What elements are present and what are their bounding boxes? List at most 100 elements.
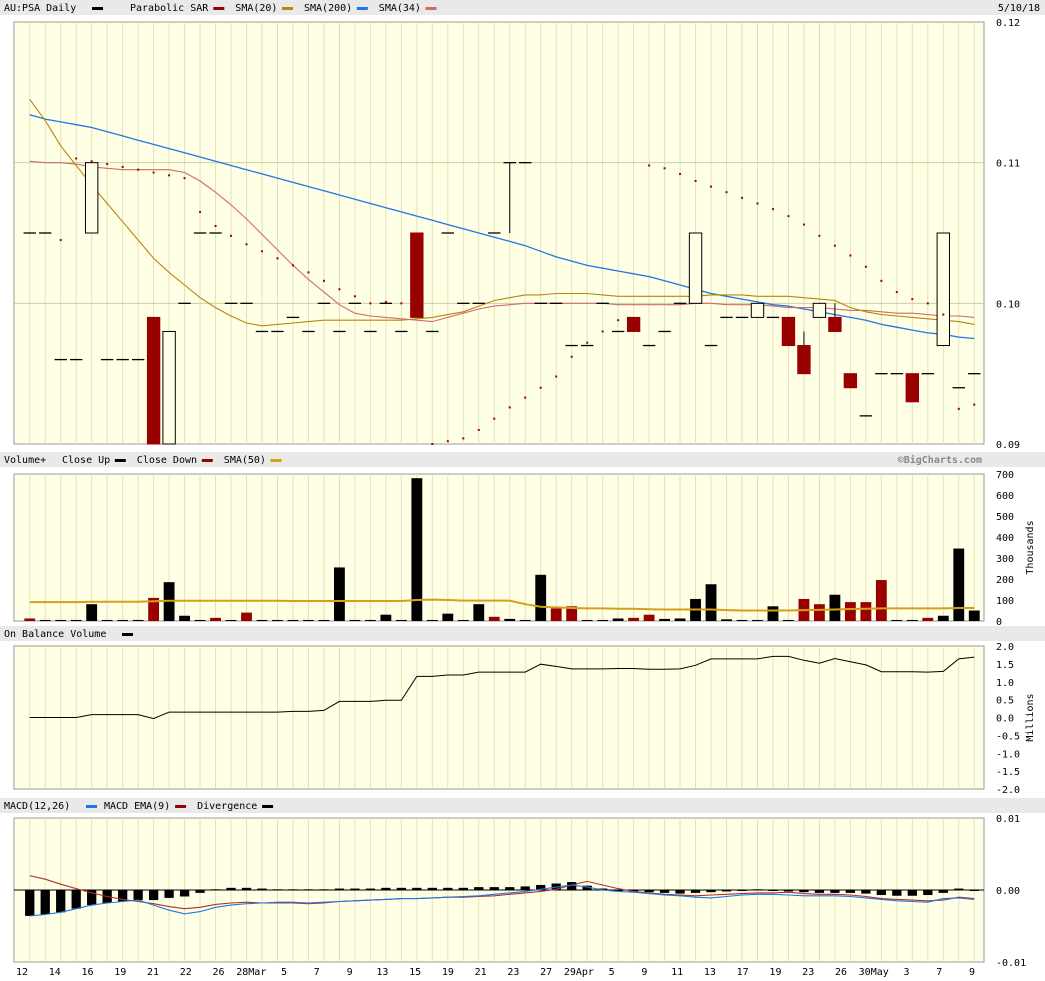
- price-legend-swatch: [282, 7, 293, 10]
- volume-legend-swatch: [201, 459, 213, 462]
- x-tick-label: 19: [769, 967, 781, 978]
- divergence-bar: [969, 890, 979, 891]
- macd-legend-swatch: [86, 805, 97, 808]
- sar-dot: [261, 250, 263, 253]
- volume-bar: [968, 610, 980, 621]
- volume-bar: [581, 619, 593, 621]
- divergence-bar: [56, 890, 66, 913]
- sar-dot: [446, 440, 449, 443]
- divergence-bar: [365, 888, 376, 890]
- sar-dot: [199, 210, 202, 213]
- sar-dot: [90, 160, 93, 163]
- volume-ytick-label: 600: [996, 491, 1014, 502]
- volume-bar: [457, 619, 469, 621]
- chart-title: AU:PSA Daily: [4, 3, 76, 14]
- price-legend-swatch: [213, 7, 225, 10]
- candle-body: [410, 232, 424, 318]
- volume-bar: [117, 619, 129, 621]
- volume-ytick-label: 100: [996, 596, 1014, 607]
- volume-bar: [535, 574, 547, 621]
- x-tick-label: 3: [903, 967, 909, 978]
- sar-dot: [214, 224, 217, 227]
- obv-ylabel: Millions: [1025, 693, 1036, 741]
- sar-dot: [849, 254, 852, 257]
- divergence-bar: [520, 886, 530, 890]
- price-ytick-label: 0.11: [996, 159, 1020, 170]
- sar-dot: [400, 302, 403, 305]
- divergence-bar: [381, 887, 391, 890]
- obv-title: On Balance Volume: [4, 629, 106, 640]
- sar-dot: [818, 234, 821, 237]
- macd-legend-swatch: [175, 805, 187, 808]
- candle-body: [936, 232, 950, 347]
- volume-bar: [179, 615, 190, 621]
- candle-body: [162, 330, 176, 445]
- volume-bar: [597, 619, 609, 621]
- volume-bar: [953, 548, 965, 621]
- obv-ytick-label: 1.5: [996, 660, 1014, 671]
- obv-ytick-label: -1.5: [996, 767, 1020, 778]
- volume-bar: [721, 619, 732, 621]
- volume-bar: [628, 617, 640, 621]
- divergence-bar: [892, 890, 902, 896]
- volume-bar: [550, 608, 562, 621]
- volume-bar: [225, 619, 237, 621]
- candle-body: [843, 373, 858, 389]
- volume-ytick-label: 500: [996, 512, 1014, 523]
- volume-bar: [659, 618, 670, 621]
- volume-bar: [473, 604, 485, 621]
- macd-legend-label: MACD EMA(9): [104, 801, 170, 812]
- divergence-bar: [474, 887, 484, 890]
- obv-panel: [13, 645, 985, 790]
- x-tick-label: 11: [671, 967, 683, 978]
- x-tick-label: 13: [376, 967, 388, 978]
- divergence-bar: [412, 887, 422, 890]
- watermark: ©BigCharts.com: [898, 454, 982, 466]
- sar-dot: [477, 428, 480, 431]
- macd-ytick-label: 0.00: [996, 886, 1020, 897]
- price-legend-label: SMA(20): [235, 3, 277, 14]
- x-tick-label: 19: [114, 967, 126, 978]
- sar-dot: [694, 179, 697, 182]
- divergence-bar: [814, 890, 825, 893]
- sar-dot: [245, 243, 248, 246]
- volume-bar: [70, 619, 82, 621]
- stock-chart: AU:PSA Daily Parabolic SAR SMA(20) SMA(200)…: [0, 0, 1045, 978]
- x-tick-label: 15: [409, 967, 421, 978]
- sar-dot: [771, 208, 774, 211]
- sar-dot: [648, 164, 651, 167]
- volume-bar: [814, 604, 825, 621]
- sar-dot: [524, 396, 527, 399]
- divergence-bar: [954, 888, 964, 890]
- volume-bar: [783, 619, 794, 621]
- x-tick-label: 5: [609, 967, 615, 978]
- volume-bar: [256, 619, 268, 621]
- volume-legend-swatch: [270, 459, 282, 462]
- sar-dot: [864, 265, 867, 268]
- sar-dot: [957, 407, 960, 410]
- candle-body: [146, 316, 161, 445]
- volume-bar: [287, 619, 299, 621]
- divergence-bar: [505, 887, 515, 890]
- macd-ytick-label: -0.01: [996, 958, 1026, 969]
- divergence-bar: [164, 890, 174, 898]
- divergence-bar: [427, 887, 437, 890]
- price-legend-label: SMA(34): [379, 3, 421, 14]
- sar-dot: [152, 171, 155, 174]
- divergence-bar: [396, 887, 406, 890]
- divergence-bar: [876, 890, 886, 896]
- price-legend-swatch: [425, 7, 437, 10]
- sar-dot: [307, 271, 310, 274]
- volume-bar: [55, 619, 67, 621]
- x-tick-label: 5: [281, 967, 287, 978]
- volume-bar: [349, 619, 361, 621]
- volume-bar: [891, 619, 903, 621]
- volume-bar: [395, 619, 407, 621]
- sar-dot: [291, 264, 294, 267]
- sar-dot: [338, 288, 341, 291]
- volume-bar: [643, 614, 655, 621]
- volume-legend-label: Close Up: [62, 455, 110, 466]
- volume-bar: [194, 619, 206, 621]
- candle-body: [781, 316, 796, 347]
- volume-bar: [767, 606, 779, 621]
